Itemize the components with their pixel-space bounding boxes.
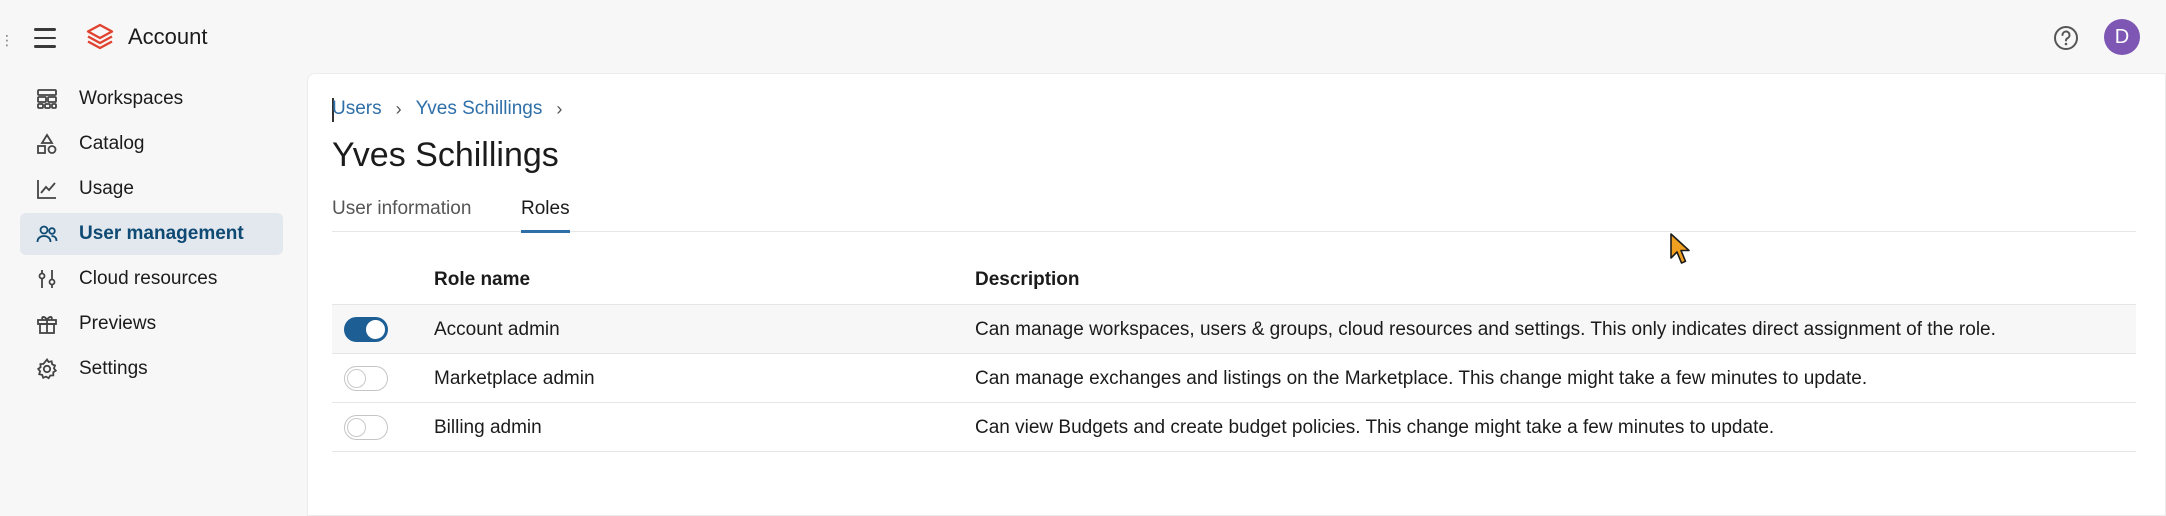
breadcrumb-link-users[interactable]: Users <box>332 98 382 120</box>
gift-icon <box>34 311 60 337</box>
toggle-knob <box>347 369 366 388</box>
sidebar-item-label: Workspaces <box>79 88 184 109</box>
mouse-cursor-icon <box>1670 233 1690 264</box>
role-toggle-billing-admin[interactable] <box>344 415 388 440</box>
breadcrumb-link-user[interactable]: Yves Schillings <box>416 98 543 120</box>
app-title: Account <box>128 24 208 49</box>
tab-roles[interactable]: Roles <box>521 198 570 233</box>
sidebar-item-label: Previews <box>79 313 157 334</box>
table-row: Account admin Can manage workspaces, use… <box>332 305 2136 354</box>
toggle-knob <box>366 320 385 339</box>
window-edge-marks: ⋮ <box>0 32 14 48</box>
role-name: Account admin <box>434 319 560 340</box>
toggle-knob <box>347 418 366 437</box>
page-title: Yves Schillings <box>332 136 559 174</box>
tab-user-information[interactable]: User information <box>332 198 471 230</box>
role-toggle-marketplace-admin[interactable] <box>344 366 388 391</box>
role-description: Can manage workspaces, users & groups, c… <box>975 319 1996 340</box>
sidebar-item-label: User management <box>79 223 244 244</box>
sidebar: Workspaces Catalog Usage User management… <box>20 78 283 393</box>
role-description: Can view Budgets and create budget polic… <box>975 417 1775 438</box>
cloud-resources-icon <box>34 266 60 292</box>
roles-table: Role name Description Account admin Can … <box>332 254 2136 452</box>
sidebar-item-label: Catalog <box>79 133 145 154</box>
role-name: Billing admin <box>434 417 542 438</box>
sidebar-item-label: Settings <box>79 358 148 379</box>
sidebar-item-label: Cloud resources <box>79 268 218 289</box>
help-icon[interactable] <box>2052 24 2080 52</box>
role-name: Marketplace admin <box>434 368 595 389</box>
main-content: Users › Yves Schillings › Yves Schilling… <box>307 73 2166 516</box>
top-bar: Account D <box>0 0 2166 76</box>
sidebar-item-catalog[interactable]: Catalog <box>20 123 283 165</box>
catalog-icon <box>34 131 60 157</box>
role-toggle-account-admin[interactable] <box>344 317 388 342</box>
usage-icon <box>34 176 60 202</box>
sidebar-item-workspaces[interactable]: Workspaces <box>20 78 283 120</box>
sidebar-item-user-management[interactable]: User management <box>20 213 283 255</box>
sidebar-item-previews[interactable]: Previews <box>20 303 283 345</box>
breadcrumb: Users › Yves Schillings › <box>332 98 576 120</box>
gear-icon <box>34 356 60 382</box>
column-header-description: Description <box>975 269 1080 290</box>
role-description: Can manage exchanges and listings on the… <box>975 368 1868 389</box>
sidebar-item-usage[interactable]: Usage <box>20 168 283 210</box>
table-row: Billing admin Can view Budgets and creat… <box>332 403 2136 452</box>
sidebar-item-label: Usage <box>79 178 134 199</box>
column-header-role-name: Role name <box>434 269 531 290</box>
table-row: Marketplace admin Can manage exchanges a… <box>332 354 2136 403</box>
breadcrumb-separator: › <box>395 98 402 119</box>
sidebar-item-cloud-resources[interactable]: Cloud resources <box>20 258 283 300</box>
workspaces-icon <box>34 86 60 112</box>
hamburger-menu-icon[interactable] <box>34 24 62 52</box>
sidebar-item-settings[interactable]: Settings <box>20 348 283 390</box>
breadcrumb-separator: › <box>556 98 563 119</box>
databricks-logo <box>86 23 114 50</box>
tab-bar: User information Roles <box>332 190 2136 233</box>
avatar[interactable]: D <box>2104 19 2140 55</box>
table-header-row: Role name Description <box>332 254 2136 305</box>
users-icon <box>34 221 60 247</box>
